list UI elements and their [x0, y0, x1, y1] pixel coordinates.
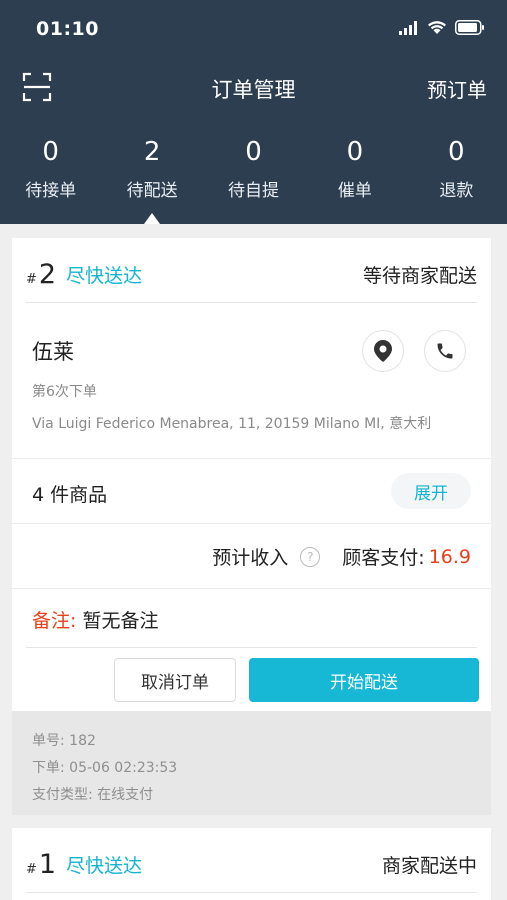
delivery-time: 尽快送达 [66, 264, 143, 287]
wifi-icon [428, 21, 446, 34]
cancel-order-button[interactable]: 取消订单 [114, 658, 236, 702]
order-hash: # [26, 861, 37, 877]
battery-icon [455, 20, 484, 35]
order-hash: # [26, 271, 37, 287]
location-button[interactable] [362, 330, 404, 372]
phone-icon [437, 343, 453, 359]
order-placed-time: 下单: 05-06 02:23:53 [32, 760, 178, 776]
order-stats: 0 待接单 2 待配送 0 待自提 0 催单 0 退款 [0, 136, 507, 201]
delivery-time: 尽快送达 [66, 854, 143, 877]
call-button[interactable] [424, 330, 466, 372]
active-tab-indicator [144, 213, 160, 224]
stat-label: 退款 [439, 181, 474, 201]
order-meta: 单号: 182 下单: 05-06 02:23:53 支付类型: 在线支付 [12, 711, 491, 815]
note-label: 备注: [32, 610, 77, 632]
order-header: # 1 尽快送达 商家配送中 [26, 832, 477, 896]
status-time: 01:10 [36, 18, 99, 40]
order-header: # 2 尽快送达 等待商家配送 [26, 242, 477, 306]
paid-label: 顾客支付: [342, 547, 425, 569]
payment-type: 支付类型: 在线支付 [32, 787, 154, 803]
location-pin-icon [374, 340, 392, 362]
income-label: 预计收入 [212, 547, 289, 569]
customer-address: Via Luigi Federico Menabrea, 11, 20159 M… [32, 416, 432, 432]
stat-count: 0 [346, 137, 364, 167]
stat-pending-pickup[interactable]: 0 待自提 [203, 136, 304, 201]
divider [12, 458, 491, 459]
stat-count: 0 [448, 137, 465, 167]
customer-name: 伍莱 [32, 340, 74, 364]
status-icons [399, 20, 485, 35]
stat-count: 0 [42, 137, 59, 167]
divider [26, 892, 477, 893]
divider [26, 647, 477, 648]
start-delivery-button[interactable]: 开始配送 [249, 658, 479, 702]
signal-icon [399, 20, 417, 35]
order-card: # 2 尽快送达 等待商家配送 伍莱 第6次下单 Via Luigi Feder… [12, 238, 491, 711]
note-text: 暂无备注 [82, 610, 159, 632]
order-id: 单号: 182 [32, 733, 96, 749]
payment-summary: 预计收入 ? 顾客支付: 16.9 [212, 543, 471, 570]
order-status: 商家配送中 [381, 854, 477, 877]
preorder-link[interactable]: 预订单 [427, 74, 487, 103]
stat-label: 催单 [337, 181, 372, 201]
stat-reminders[interactable]: 0 催单 [304, 136, 405, 201]
stat-pending-accept[interactable]: 0 待接单 [0, 136, 101, 201]
order-card: # 1 尽快送达 商家配送中 [12, 828, 491, 900]
stat-label: 待接单 [25, 181, 77, 201]
stat-count: 0 [245, 137, 262, 167]
divider [26, 302, 477, 303]
app-header: 01:10 订单管理 预订单 0 待接单 2 待配送 0 待自提 0 催单 0 … [0, 0, 507, 224]
order-status: 等待商家配送 [362, 264, 477, 287]
stat-count: 2 [143, 137, 161, 167]
divider [12, 523, 491, 524]
order-note: 备注: 暂无备注 [32, 606, 158, 633]
order-number: 1 [38, 848, 57, 880]
paid-amount: 16.9 [428, 545, 471, 568]
stat-pending-delivery[interactable]: 2 待配送 [101, 136, 202, 201]
stat-refunds[interactable]: 0 退款 [406, 136, 507, 201]
order-number: 2 [38, 258, 57, 290]
stat-label: 待自提 [228, 181, 280, 201]
help-icon[interactable]: ? [300, 546, 321, 567]
divider [12, 588, 491, 589]
order-count: 第6次下单 [32, 384, 97, 400]
expand-button[interactable]: 展开 [391, 473, 471, 509]
item-count: 4 件商品 [32, 484, 108, 506]
stat-label: 待配送 [126, 181, 178, 201]
